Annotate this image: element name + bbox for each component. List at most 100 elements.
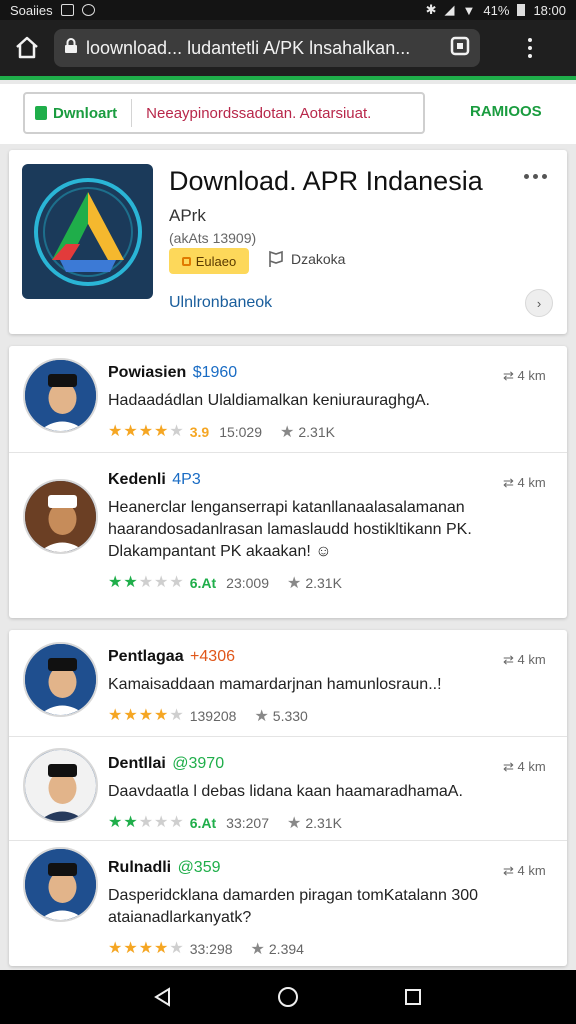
like-star-icon[interactable]: ★ (254, 706, 268, 726)
reviewer-name[interactable]: Kedenli 4P3 (108, 471, 201, 489)
review-time: ⇄ 4 km (503, 368, 546, 383)
avatar[interactable] (23, 479, 98, 554)
review-item[interactable]: Rulnadli @359 ⇄ 4 km Dasperidcklana damard… (9, 840, 567, 966)
app-logo-icon (22, 164, 153, 299)
more-vert-icon[interactable] (510, 20, 550, 76)
star-icon: ★ (123, 814, 138, 831)
rating-count: 23:009 (226, 575, 269, 591)
review-time: ⇄ 4 km (503, 759, 546, 774)
wifi-icon: ▼ (462, 2, 476, 18)
download-label: Dwnloart (53, 104, 118, 122)
like-star-icon[interactable]: ★ (251, 939, 265, 959)
star-icon: ★ (123, 940, 138, 957)
install-button[interactable]: Eulaeo (169, 248, 249, 274)
reviewer-name[interactable]: Pentlagaa +4306 (108, 648, 235, 666)
bluetooth-icon: ✱ (425, 2, 437, 17)
like-count: 2.31K (305, 815, 342, 831)
top-banner: Dwnloart Neeaypinordssadotan. Aotarsiuat… (0, 84, 576, 144)
review-meta: ★ ★ ★ ★ ★ 6.At 23:009 ★ 2.31K (108, 573, 342, 593)
reviewer-name[interactable]: Dentllai @3970 (108, 755, 224, 773)
browser-toolbar: loownload... ludantetli A/PK lnsahalkan.… (0, 20, 576, 80)
app-link[interactable]: Ulnlronbaneok (169, 294, 272, 312)
app-meta: (akAts 13909) (169, 230, 257, 246)
rating-label: 6.At (189, 575, 217, 591)
star-icon: ★ (138, 707, 154, 724)
tabs-icon[interactable] (450, 36, 470, 61)
star-icon: ★ (123, 574, 138, 591)
star-icon: ★ (154, 707, 169, 724)
review-meta: ★ ★ ★ ★ ★ 6.At 33:207 ★ 2.31K (108, 813, 342, 833)
like-count: 2.31K (305, 575, 342, 591)
avatar[interactable] (23, 748, 98, 823)
status-bar: Soaiies ✱ ◢ ▼ 41% 18:00 (0, 0, 576, 20)
review-item[interactable]: Dentllai @3970 ⇄ 4 km Daavdaatla l debas l… (9, 736, 567, 840)
clock: 18:00 (533, 2, 566, 18)
review-meta: ★ ★ ★ ★ ★ 3.9 15:029 ★ 2.31K (108, 422, 335, 442)
system-nav-bar (0, 970, 576, 1024)
more-horiz-icon[interactable] (524, 174, 547, 179)
star-icon: ★ (138, 423, 154, 440)
star-icon: ★ (138, 574, 154, 591)
install-label: Eulaeo (195, 253, 237, 269)
home-icon[interactable] (0, 20, 54, 76)
review-time: ⇄ 4 km (503, 475, 546, 490)
app-title: Download. APR Indanesia (169, 166, 483, 196)
review-time: ⇄ 4 km (503, 863, 546, 878)
avatar[interactable] (23, 358, 98, 433)
battery-icon (517, 4, 526, 16)
reviewer-name[interactable]: Rulnadli @359 (108, 859, 221, 877)
reviewer-tag: $1960 (192, 364, 238, 381)
star-icon: ★ (123, 423, 138, 440)
rating-label: 6.At (189, 815, 217, 831)
link-icon: ⇄ (503, 652, 518, 667)
review-item[interactable]: Kedenli 4P3 ⇄ 4 km Heanerclar lenganserrap… (9, 452, 567, 618)
app-card: Download. APR Indanesia APrk (akAts 1390… (9, 150, 567, 334)
star-icon: ★ (154, 574, 169, 591)
back-icon[interactable] (143, 977, 183, 1017)
star-icon: ★ (169, 814, 184, 831)
url-bar[interactable]: loownload... ludantetli A/PK lnsahalkan.… (54, 29, 480, 67)
banner-right-link[interactable]: RAMIOOS (470, 103, 542, 120)
sync-icon (81, 4, 95, 16)
flag-icon (269, 250, 283, 267)
recents-icon[interactable] (393, 977, 433, 1017)
chevron-right-icon[interactable]: › (525, 289, 553, 317)
url-text: loownload... ludantetli A/PK lnsahalkan.… (86, 37, 411, 58)
avatar[interactable] (23, 847, 98, 922)
link-icon: ⇄ (503, 475, 518, 490)
reviewer-name[interactable]: Powiasien $1960 (108, 364, 237, 382)
star-icon: ★ (108, 814, 123, 831)
avatar[interactable] (23, 642, 98, 717)
rating-count: 139208 (189, 708, 237, 724)
star-icon: ★ (154, 814, 169, 831)
review-text: Dasperidcklana damarden piragan tomKatal… (108, 887, 479, 926)
star-icon: ★ (123, 707, 138, 724)
review-text: Daavdaatla l debas lidana kaan haamaradh… (108, 783, 463, 800)
download-tag[interactable]: Dwnloart (35, 105, 117, 122)
flag-button[interactable]: Dzakoka (267, 250, 345, 268)
link-icon: ⇄ (503, 759, 518, 774)
like-star-icon[interactable]: ★ (280, 422, 294, 442)
reviewer-tag: @359 (177, 859, 221, 876)
star-icon: ★ (154, 423, 169, 440)
star-icon: ★ (169, 707, 184, 724)
divider (131, 99, 133, 127)
like-count: 2.31K (298, 424, 335, 440)
reviewer-tag: +4306 (190, 648, 235, 665)
like-star-icon[interactable]: ★ (287, 813, 301, 833)
review-item[interactable]: Pentlagaa +4306 ⇄ 4 km Kamaisaddaan mamard… (9, 630, 567, 736)
star-icon: ★ (169, 574, 184, 591)
star-rating: ★ ★ ★ ★ ★ (108, 941, 184, 957)
link-icon: ⇄ (503, 863, 518, 878)
battery-percent: 41% (483, 2, 510, 18)
star-icon: ★ (108, 707, 123, 724)
like-star-icon[interactable]: ★ (287, 573, 301, 593)
banner-box[interactable]: Dwnloart Neeaypinordssadotan. Aotarsiuat… (23, 92, 425, 134)
home-circle-icon[interactable] (268, 977, 308, 1017)
review-item[interactable]: Powiasien $1960 ⇄ 4 km Hadaadádlan Ulaldia… (9, 346, 567, 452)
reviewer-tag: 4P3 (172, 471, 201, 488)
page-content: Dwnloart Neeaypinordssadotan. Aotarsiuat… (0, 84, 576, 970)
star-icon: ★ (138, 814, 154, 831)
review-text: Hadaadádlan Ulaldiamalkan keniurauraghgA… (108, 392, 430, 409)
review-time: ⇄ 4 km (503, 652, 546, 667)
